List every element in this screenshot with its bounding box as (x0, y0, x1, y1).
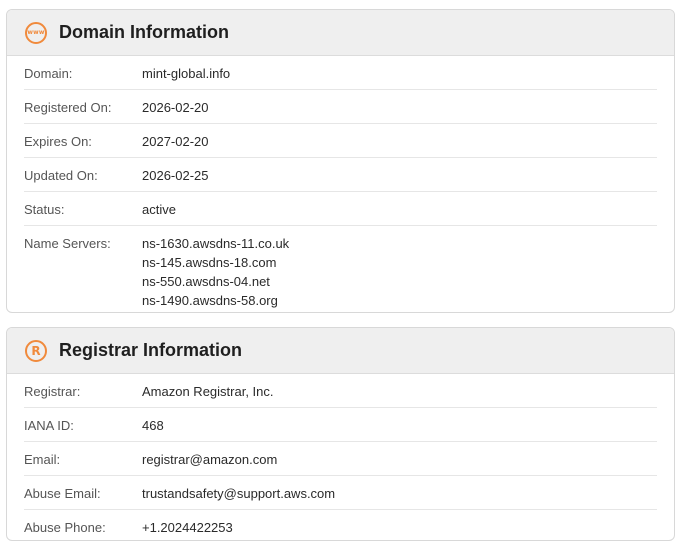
domain-value: mint-global.info (142, 66, 231, 81)
info-row-registrar: Registrar: Amazon Registrar, Inc. (24, 374, 657, 408)
info-row-status: Status: active (24, 192, 657, 226)
www-globe-icon: www (25, 21, 47, 44)
name-server-item: ns-550.awsdns-04.net (142, 274, 270, 289)
expires-on-value: 2027-02-20 (142, 134, 209, 149)
info-row-email: Email: registrar@amazon.com (24, 442, 657, 476)
registrar-value: Amazon Registrar, Inc. (142, 384, 274, 399)
info-row-iana-id: IANA ID: 468 (24, 408, 657, 442)
status-value: active (142, 202, 176, 217)
name-server-item: ns-1490.awsdns-58.org (142, 293, 278, 308)
abuse-phone-value: +1.2024422253 (142, 520, 233, 535)
info-row-abuse-email: Abuse Email: trustandsafety@support.aws.… (24, 476, 657, 510)
abuse-email-value: trustandsafety@support.aws.com (142, 486, 336, 501)
row-label: Email: (24, 452, 61, 467)
registrar-information-header: R Registrar Information (7, 328, 674, 374)
info-row-updated-on: Updated On: 2026-02-25 (24, 158, 657, 192)
registered-trademark-icon: R (25, 339, 47, 362)
row-label: Registered On: (24, 100, 112, 115)
domain-info-rows: Domain: mint-global.info Registered On: … (7, 56, 674, 312)
row-label: IANA ID: (24, 418, 74, 433)
info-row-expires-on: Expires On: 2027-02-20 (24, 124, 657, 158)
row-label: Status: (24, 202, 65, 217)
info-row-registered-on: Registered On: 2026-02-20 (24, 90, 657, 124)
registrar-information-card: R Registrar Information Registrar: Amazo… (6, 327, 675, 541)
row-label: Updated On: (24, 168, 98, 183)
updated-on-value: 2026-02-25 (142, 168, 209, 183)
info-row-abuse-phone: Abuse Phone: +1.2024422253 (24, 510, 657, 540)
info-row-name-servers: Name Servers: ns-1630.awsdns-11.co.uk ns… (24, 226, 657, 312)
iana-id-value: 468 (142, 418, 164, 433)
email-value: registrar@amazon.com (142, 452, 278, 467)
row-label: Expires On: (24, 134, 92, 149)
row-label: Name Servers: (24, 236, 111, 251)
name-server-item: ns-145.awsdns-18.com (142, 255, 277, 270)
registrar-info-rows: Registrar: Amazon Registrar, Inc. IANA I… (7, 374, 674, 540)
row-label: Abuse Phone: (24, 520, 106, 535)
info-row-domain: Domain: mint-global.info (24, 56, 657, 90)
domain-information-card: www Domain Information Domain: mint-glob… (6, 9, 675, 313)
domain-information-title: Domain Information (59, 22, 229, 42)
row-label: Registrar: (24, 384, 81, 399)
row-label: Domain: (24, 66, 73, 81)
registered-on-value: 2026-02-20 (142, 100, 209, 115)
name-servers-list: ns-1630.awsdns-11.co.uk ns-145.awsdns-18… (142, 234, 289, 310)
name-server-item: ns-1630.awsdns-11.co.uk (142, 236, 290, 251)
domain-information-header: www Domain Information (7, 10, 674, 56)
row-label: Abuse Email: (24, 486, 101, 501)
registrar-information-title: Registrar Information (59, 340, 243, 360)
